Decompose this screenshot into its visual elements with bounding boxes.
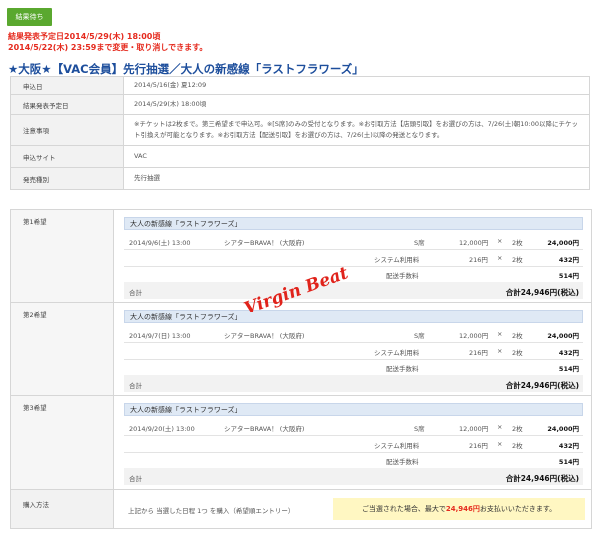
event-title: 大人の新感線「ラストフラワーズ」 [124,403,583,416]
times-sign: × [497,330,503,338]
hope-detail: 大人の新感線「ラストフラワーズ」 2014/9/20(土) 13:00 シアター… [113,396,591,489]
venue: シアターBRAVA！ (大阪府) [224,425,305,433]
system-fee-qty: 2枚 [512,349,523,357]
times-sign: × [497,423,503,431]
virgin-beat-signature: Virgin Beat [242,263,351,312]
seat-type: S席 [414,332,425,340]
purchase-method-label-cell: 購入方法 [11,490,114,528]
times-sign: × [497,440,503,448]
system-fee-qty: 2枚 [512,256,523,264]
seat-type: S席 [414,239,425,247]
site-value: VAC [123,145,590,168]
site-label: 申込サイト [10,145,124,168]
times-sign: × [497,237,503,245]
quantity: 2枚 [512,425,523,433]
unit-price: 12,000円 [459,332,489,340]
shipping-fee-label: 配送手数料 [386,458,419,466]
apply-date-value: 2014/5/16(金) 夏12:09 [123,76,590,95]
perf-date: 2014/9/7(日) 13:00 [129,332,191,340]
application-info-table: 申込日 2014/5/16(金) 夏12:09 結果発表予定日 2014/5/2… [10,76,590,190]
result-date-label: 結果発表予定日 [10,94,124,115]
hope-3-block: 第3希望 大人の新感線「ラストフラワーズ」 2014/9/20(土) 13:00… [10,395,592,490]
seat-type: S席 [414,425,425,433]
total-label: 合計 [129,289,142,297]
purchase-method-label: 購入方法 [23,501,49,509]
venue: シアターBRAVA！ (大阪府) [224,332,305,340]
note-suffix: お支払いいただきます。 [479,505,557,513]
notes-value: ※チケットは2枚まで。第三希望まで申込可。※[S席]のみの受付となります。※お引… [123,114,590,146]
total-amount: 合計24,946円(税込) [505,381,579,390]
max-payment-amount: 24,946円 [445,505,480,513]
notes-label: 注意事項 [10,114,124,146]
unit-price: 12,000円 [459,239,489,247]
ticket-row: 2014/9/7(日) 13:00 シアターBRAVA！ (大阪府) S席 12… [124,326,583,341]
ticket-row: 2014/9/20(土) 13:00 シアターBRAVA！ (大阪府) S席 1… [124,419,583,434]
hope-2-block: 第2希望 大人の新感線「ラストフラワーズ」 2014/9/7(日) 13:00 … [10,302,592,397]
system-fee-amount: 432円 [558,256,579,264]
page-title: ★大阪★【VAC会員】先行抽選／大人の新感線「ラストフラワーズ」 [8,62,364,76]
times-sign: × [497,347,503,355]
system-fee-unit: 216円 [469,349,488,357]
result-date-notice: 結果発表予定日2014/5/29(木) 18:00頃 [8,32,161,41]
ticket-row: 2014/9/6(土) 13:00 シアターBRAVA！ (大阪府) S席 12… [124,233,583,248]
total-row: 合計 合計24,946円(税込) [124,375,583,392]
max-payment-note: ご当選された場合、最大で24,946円お支払いいただきます。 [333,498,585,520]
hope-label: 第3希望 [23,404,47,412]
perf-date: 2014/9/20(土) 13:00 [129,425,195,433]
total-amount: 合計24,946円(税込) [505,288,579,297]
hope-label: 第1希望 [23,218,47,226]
quantity: 2枚 [512,332,523,340]
perf-date: 2014/9/6(土) 13:00 [129,239,191,247]
hope-label: 第2希望 [23,311,47,319]
system-fee-row: システム利用料 216円 × 2枚 432円 [124,436,583,451]
purchase-method-row: 購入方法 上記から 当選した日程 1つ を購入（希望順エントリー） ご当選された… [10,489,592,529]
shipping-fee-row: 配送手数料 514円 [124,359,583,374]
shipping-fee-label: 配送手数料 [386,272,419,280]
system-fee-label: システム利用料 [374,442,420,450]
apply-date-label: 申込日 [10,76,124,95]
sale-type-label: 発売種別 [10,167,124,190]
unit-price: 12,000円 [459,425,489,433]
system-fee-unit: 216円 [469,442,488,450]
system-fee-label: システム利用料 [374,256,420,264]
system-fee-row: システム利用料 216円 × 2枚 432円 [124,343,583,358]
hope-detail: 大人の新感線「ラストフラワーズ」 2014/9/7(日) 13:00 シアターB… [113,303,591,396]
shipping-fee-amount: 514円 [558,458,579,466]
total-row: 合計 合計24,946円(税込) [124,468,583,485]
ticket-amount: 24,000円 [547,425,579,433]
system-fee-unit: 216円 [469,256,488,264]
shipping-fee-amount: 514円 [558,272,579,280]
total-label: 合計 [129,382,142,390]
shipping-fee-label: 配送手数料 [386,365,419,373]
system-fee-amount: 432円 [558,349,579,357]
total-label: 合計 [129,475,142,483]
ticket-amount: 24,000円 [547,239,579,247]
shipping-fee-amount: 514円 [558,365,579,373]
change-deadline-notice: 2014/5/22(木) 23:59まで変更・取り消しできます。 [8,43,208,52]
ticket-amount: 24,000円 [547,332,579,340]
sale-type-value: 先行抽選 [123,167,590,190]
status-badge: 結果待ち [7,8,52,26]
note-prefix: ご当選された場合、最大で [361,505,446,513]
shipping-fee-row: 配送手数料 514円 [124,452,583,467]
quantity: 2枚 [512,239,523,247]
times-sign: × [497,254,503,262]
system-fee-qty: 2枚 [512,442,523,450]
system-fee-label: システム利用料 [374,349,420,357]
venue: シアターBRAVA！ (大阪府) [224,239,305,247]
system-fee-amount: 432円 [558,442,579,450]
event-title: 大人の新感線「ラストフラワーズ」 [124,217,583,230]
svg-text:Virgin Beat: Virgin Beat [242,263,351,312]
result-date-value: 2014/5/29(木) 18:00頃 [123,94,590,115]
total-amount: 合計24,946円(税込) [505,474,579,483]
purchase-method-text: 上記から 当選した日程 1つ を購入（希望順エントリー） [128,507,295,515]
